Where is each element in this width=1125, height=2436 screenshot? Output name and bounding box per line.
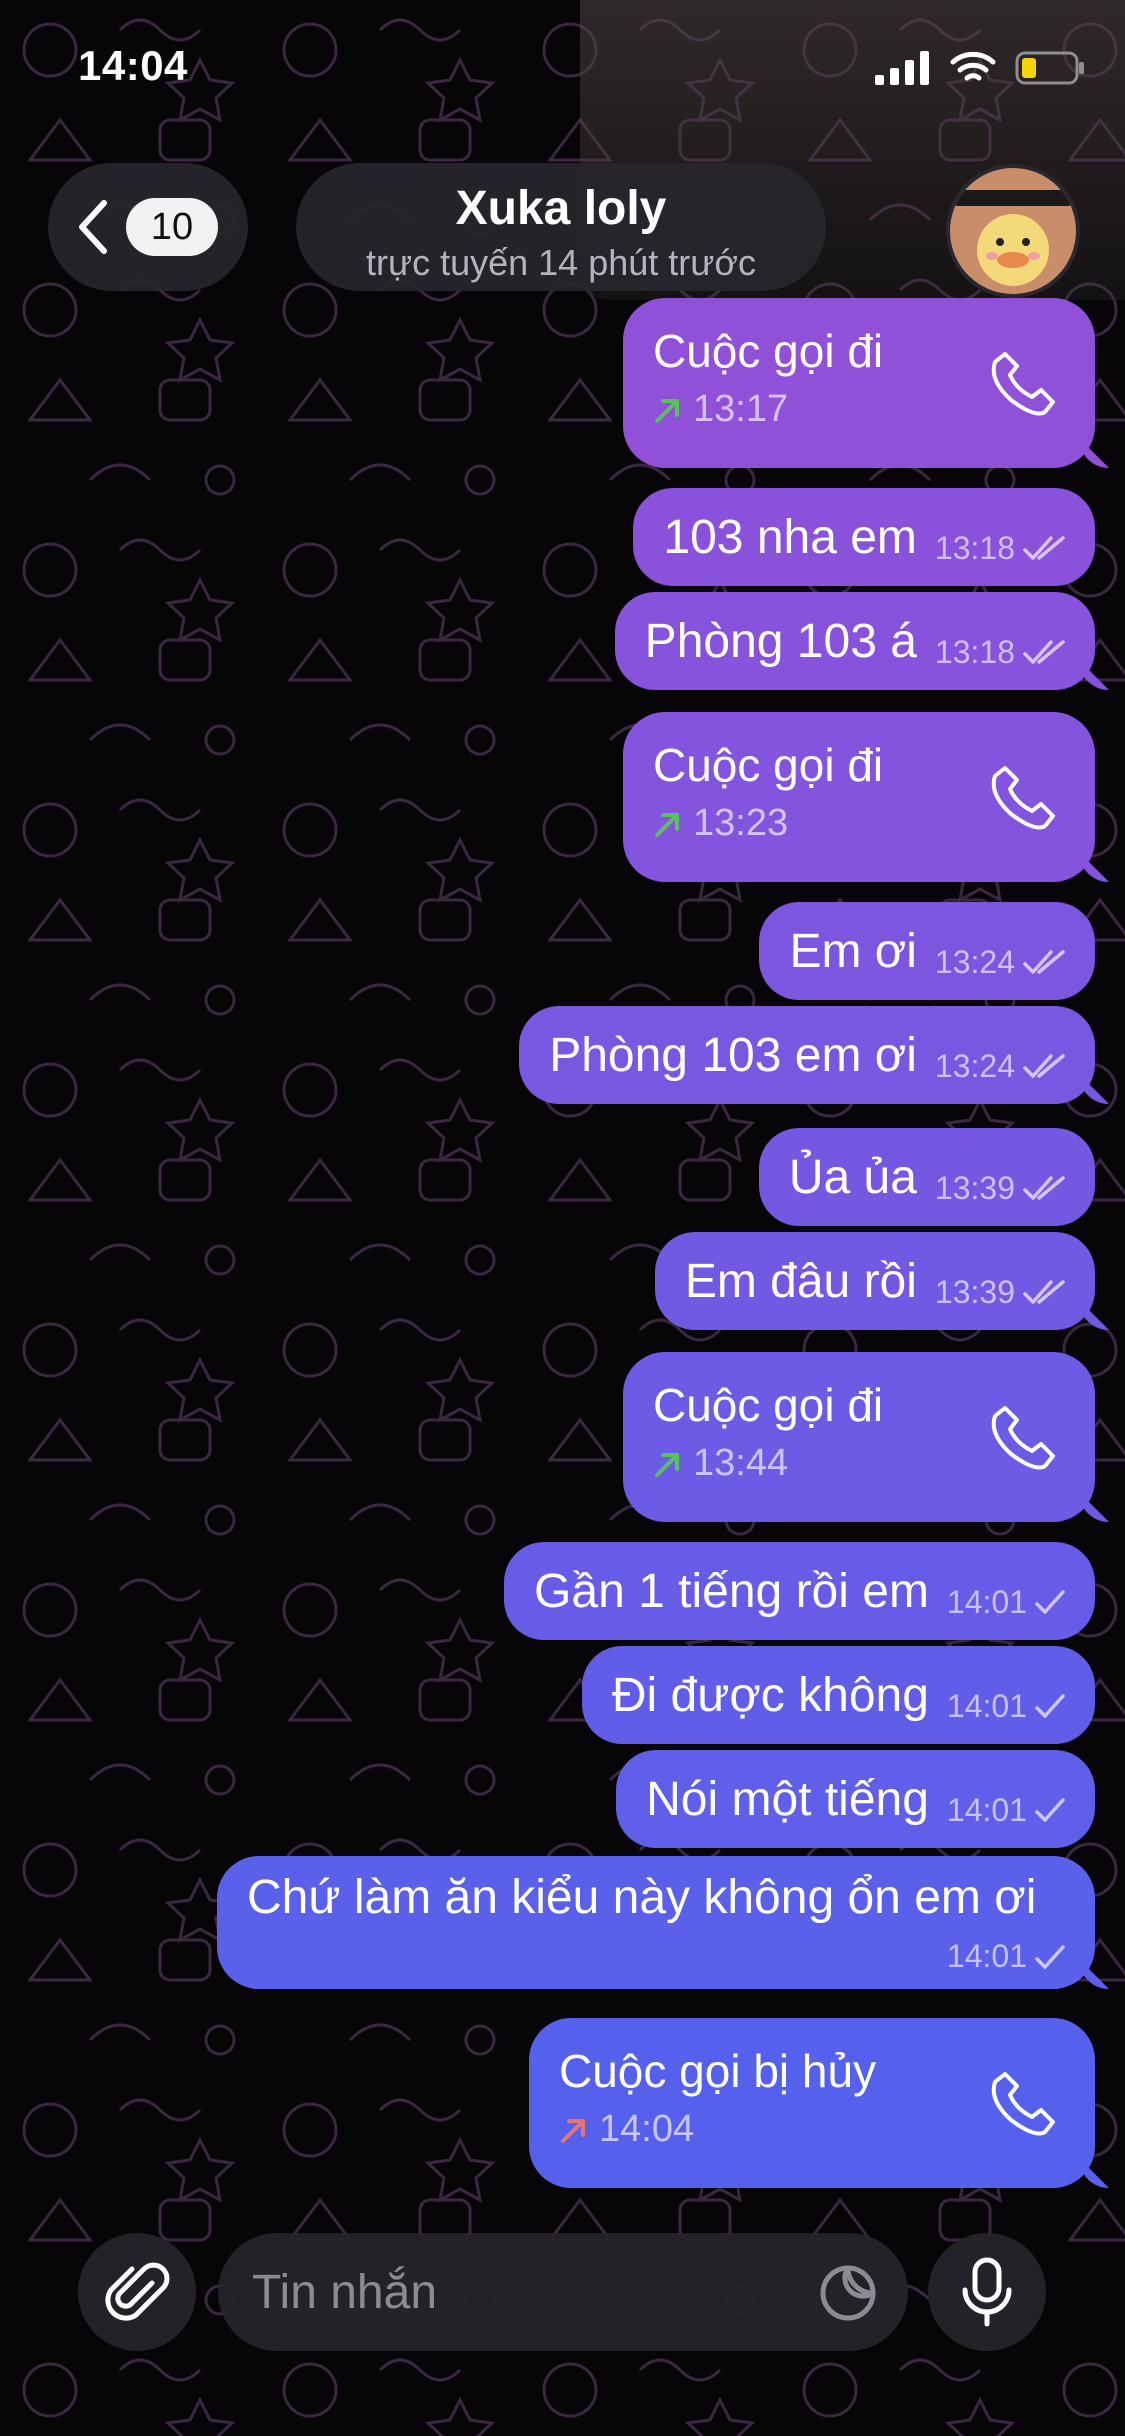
contact-status: trực tuyến 14 phút trước xyxy=(366,242,756,283)
message-meta: 14:01 xyxy=(947,1584,1067,1621)
paperclip-icon xyxy=(105,2262,170,2321)
outgoing-message-bubble[interactable]: Em đâu rồi 13:39 xyxy=(654,1232,1095,1330)
message-meta: 13:39 xyxy=(935,1274,1067,1311)
outgoing-message-bubble[interactable]: Phòng 103 em ơi 13:24 xyxy=(519,1006,1095,1104)
signal-icon xyxy=(875,51,929,85)
call-time-text: 13:17 xyxy=(693,388,789,430)
message-text: Ủa ủa xyxy=(788,1150,917,1204)
message-text: Gần 1 tiếng rồi em xyxy=(534,1564,929,1618)
message-meta: 13:18 xyxy=(935,530,1067,567)
outgoing-message-bubble[interactable]: Ủa ủa 13:39 xyxy=(758,1128,1095,1226)
outgoing-message-bubble[interactable]: Đi được không 14:01 xyxy=(581,1646,1095,1744)
read-ticks-icon xyxy=(1023,1280,1065,1304)
call-outgoing-arrow-icon xyxy=(655,398,679,423)
call-outgoing-arrow-icon xyxy=(655,1452,679,1477)
phone-icon[interactable] xyxy=(987,762,1059,834)
chat-header[interactable]: Xuka loly trực tuyến 14 phút trước xyxy=(296,163,826,291)
sent-tick-icon xyxy=(1035,1590,1065,1614)
read-ticks-icon xyxy=(1023,950,1065,974)
outgoing-message-bubble[interactable]: Gần 1 tiếng rồi em 14:01 xyxy=(504,1542,1095,1640)
phone-icon[interactable] xyxy=(987,2068,1059,2140)
message-meta: 13:24 xyxy=(935,944,1067,981)
chevron-left-icon xyxy=(79,200,107,254)
message-text: Đi được không xyxy=(611,1668,929,1722)
message-time: 14:01 xyxy=(946,1583,1027,1620)
attach-button[interactable] xyxy=(78,2233,196,2351)
call-outgoing-arrow-icon xyxy=(655,812,679,837)
message-time: 14:01 xyxy=(946,1938,1027,1974)
phone-icon[interactable] xyxy=(987,1402,1059,1474)
microphone-button[interactable] xyxy=(928,2233,1046,2351)
message-meta: 13:39 xyxy=(935,1170,1067,1207)
status-time: 14:04 xyxy=(78,42,188,89)
outgoing-message-bubble[interactable]: Em ơi 13:24 xyxy=(759,902,1095,1000)
message-text: Em đâu rồi xyxy=(684,1254,917,1308)
message-meta: 14:01 xyxy=(947,1688,1067,1725)
phone-icon[interactable] xyxy=(987,348,1059,420)
call-time-text: 13:23 xyxy=(693,802,789,844)
sent-tick-icon xyxy=(1035,1944,1065,1969)
message-time: 13:18 xyxy=(934,529,1015,566)
message-input[interactable]: Tin nhắn xyxy=(218,2233,908,2351)
message-time: 14:01 xyxy=(946,1687,1027,1724)
message-time: 13:39 xyxy=(934,1273,1015,1310)
message-text: Nói một tiếng xyxy=(646,1772,929,1826)
outgoing-message-bubble[interactable]: Nói một tiếng 14:01 xyxy=(616,1750,1095,1848)
message-time: 13:24 xyxy=(934,943,1015,980)
outgoing-call-bubble[interactable]: Cuộc gọi đi 13:17 xyxy=(623,298,1095,468)
outgoing-call-bubble[interactable]: Cuộc gọi đi 13:23 xyxy=(623,712,1095,882)
message-time: 13:18 xyxy=(934,633,1015,670)
call-cancelled-arrow-icon xyxy=(561,2118,585,2143)
status-icons xyxy=(875,50,1085,86)
message-input-placeholder: Tin nhắn xyxy=(252,2265,438,2319)
message-time: 14:01 xyxy=(946,1791,1027,1828)
back-button[interactable]: 10 xyxy=(48,163,248,291)
avatar-duck-illustration xyxy=(950,168,1076,294)
message-text: Phòng 103 á xyxy=(644,614,917,668)
read-ticks-icon xyxy=(1023,536,1065,560)
message-meta: 14:01 xyxy=(947,1938,1067,1975)
call-time-text: 14:04 xyxy=(599,2108,695,2150)
message-text: Phòng 103 em ơi xyxy=(549,1028,917,1082)
microphone-icon xyxy=(962,2257,1012,2327)
message-time: 13:39 xyxy=(934,1169,1015,1206)
message-text: Em ơi xyxy=(789,924,917,978)
message-meta: 13:24 xyxy=(935,1048,1067,1085)
outgoing-message-bubble[interactable]: Chứ làm ăn kiểu này không ổn em ơi 14:01 xyxy=(217,1856,1095,1989)
battery-icon xyxy=(1015,51,1084,85)
call-time-text: 13:44 xyxy=(693,1442,789,1484)
avatar[interactable] xyxy=(946,164,1080,298)
call-cancelled-bubble[interactable]: Cuộc gọi bị hủy 14:04 xyxy=(529,2018,1095,2188)
sticker-icon[interactable] xyxy=(818,2263,878,2323)
contact-name: Xuka loly xyxy=(455,182,667,235)
message-text: 103 nha em xyxy=(663,510,917,564)
outgoing-message-bubble[interactable]: Phòng 103 á 13:18 xyxy=(614,592,1095,690)
sent-tick-icon xyxy=(1035,1694,1065,1718)
message-time: 13:24 xyxy=(934,1047,1015,1084)
wifi-icon xyxy=(950,51,996,81)
unread-count-badge: 10 xyxy=(126,198,218,256)
message-text: Chứ làm ăn kiểu này không ổn em ơi xyxy=(247,1871,1037,1924)
message-meta: 14:01 xyxy=(947,1792,1067,1829)
sent-tick-icon xyxy=(1035,1798,1065,1822)
read-ticks-icon xyxy=(1023,1054,1065,1078)
read-ticks-icon xyxy=(1023,1176,1065,1200)
message-meta: 13:18 xyxy=(935,634,1067,671)
outgoing-message-bubble[interactable]: 103 nha em 13:18 xyxy=(633,488,1095,586)
outgoing-call-bubble[interactable]: Cuộc gọi đi 13:44 xyxy=(623,1352,1095,1522)
read-ticks-icon xyxy=(1023,640,1065,664)
